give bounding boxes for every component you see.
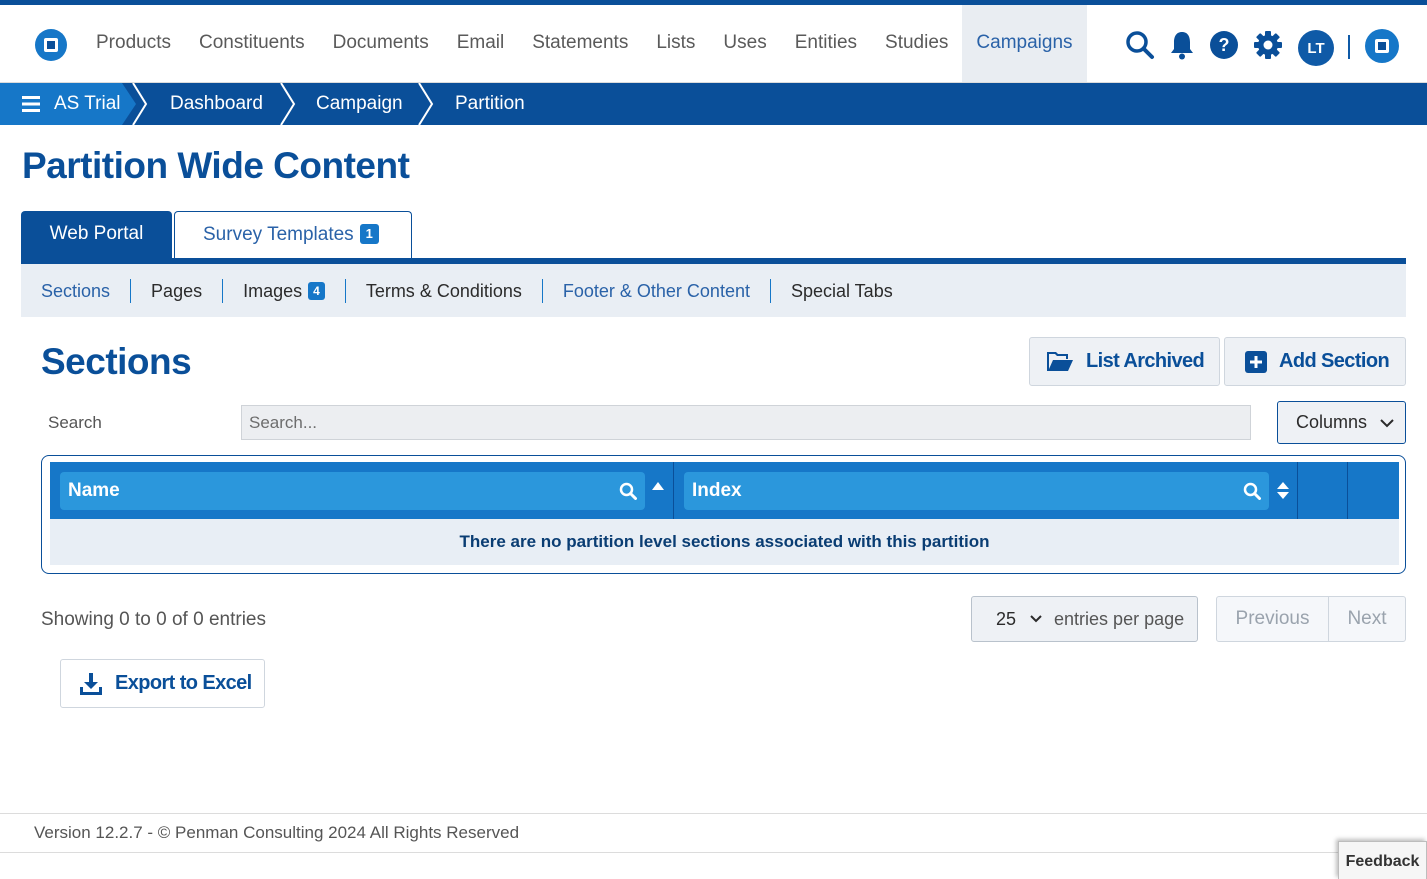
folder-open-icon (1047, 351, 1073, 371)
main-nav: Products Constituents Documents Email St… (82, 5, 1087, 82)
partner-logo-icon[interactable] (1364, 28, 1400, 64)
nav-campaigns[interactable]: Campaigns (962, 5, 1087, 82)
column-header-index-label: Index (692, 480, 742, 501)
next-page-button[interactable]: Next (1329, 597, 1405, 641)
svg-text:?: ? (1219, 35, 1230, 55)
page-title: Partition Wide Content (22, 145, 410, 186)
breadcrumb-separator-icon (418, 83, 434, 125)
top-navbar: Products Constituents Documents Email St… (0, 0, 1427, 83)
user-avatar[interactable]: LT (1298, 30, 1334, 66)
column-header-name[interactable]: Name (50, 462, 674, 519)
hamburger-menu-icon[interactable] (22, 96, 40, 112)
survey-templates-count-badge: 1 (359, 224, 379, 244)
column-header-action-2 (1348, 462, 1399, 519)
tab-web-portal[interactable]: Web Portal (21, 211, 172, 259)
gear-icon[interactable] (1252, 29, 1284, 61)
tab-survey-templates[interactable]: Survey Templates 1 (174, 211, 412, 259)
entries-summary: Showing 0 to 0 of 0 entries (41, 609, 266, 630)
footer-version-text: Version 12.2.7 - © Penman Consulting 202… (34, 823, 520, 842)
subtab-pages[interactable]: Pages (131, 278, 224, 303)
breadcrumb-separator-icon (280, 83, 296, 125)
page-footer: Version 12.2.7 - © Penman Consulting 202… (0, 813, 1427, 853)
column-header-action-1 (1298, 462, 1348, 519)
breadcrumb: AS Trial Dashboard Campaign Partition (0, 83, 1427, 125)
nav-divider (1348, 35, 1350, 59)
add-section-button[interactable]: Add Section (1224, 337, 1406, 386)
search-icon[interactable] (1124, 29, 1156, 61)
subtab-sections[interactable]: Sections (21, 278, 132, 303)
columns-dropdown[interactable]: Columns (1277, 401, 1406, 444)
breadcrumb-separator-icon (132, 83, 148, 125)
add-section-label: Add Section (1279, 350, 1390, 372)
main-tabs: Web Portal Survey Templates 1 (21, 211, 412, 259)
nav-constituents[interactable]: Constituents (185, 5, 319, 82)
list-archived-label: List Archived (1086, 350, 1205, 372)
breadcrumb-item-partition[interactable]: Partition (455, 83, 525, 125)
breadcrumb-item-dashboard[interactable]: Dashboard (170, 83, 263, 125)
table-header: Name Index (50, 462, 1399, 519)
tab-survey-templates-label: Survey Templates (203, 224, 354, 245)
column-search-icon[interactable] (1243, 482, 1261, 500)
feedback-button[interactable]: Feedback (1338, 841, 1427, 879)
nav-documents[interactable]: Documents (319, 5, 443, 82)
nav-entities[interactable]: Entities (781, 5, 871, 82)
previous-page-button[interactable]: Previous (1217, 597, 1329, 641)
nav-email[interactable]: Email (443, 5, 519, 82)
entries-per-page: 25 entries per page (971, 596, 1198, 642)
plus-square-icon (1245, 350, 1267, 373)
column-header-index[interactable]: Index (674, 462, 1298, 519)
sort-asc-icon[interactable] (652, 482, 664, 490)
breadcrumb-item-campaign[interactable]: Campaign (316, 83, 403, 125)
list-archived-button[interactable]: List Archived (1029, 337, 1220, 386)
subtab-terms-conditions[interactable]: Terms & Conditions (346, 278, 543, 303)
help-icon[interactable]: ? (1208, 29, 1240, 61)
subtab-special-tabs[interactable]: Special Tabs (771, 279, 913, 303)
images-count-badge: 4 (308, 281, 325, 300)
per-page-label: entries per page (1054, 608, 1185, 629)
subtab-footer-other-content[interactable]: Footer & Other Content (543, 278, 771, 303)
chevron-down-icon (1380, 418, 1394, 427)
column-header-name-label: Name (68, 480, 120, 501)
table-empty-message: There are no partition level sections as… (50, 519, 1399, 565)
sections-table: Name Index There are no partition level … (41, 455, 1406, 574)
pagination: Previous Next (1216, 596, 1406, 642)
search-label: Search (48, 413, 102, 432)
nav-lists[interactable]: Lists (642, 5, 709, 82)
nav-products[interactable]: Products (82, 5, 185, 82)
bell-icon[interactable] (1166, 29, 1198, 61)
section-title: Sections (41, 341, 192, 382)
per-page-select[interactable]: 25 (972, 609, 1042, 630)
columns-label: Columns (1296, 412, 1368, 432)
nav-studies[interactable]: Studies (871, 5, 962, 82)
sub-tabs: Sections Pages Images 4 Terms & Condition… (21, 264, 1406, 317)
nav-uses[interactable]: Uses (709, 5, 780, 82)
sort-both-icon[interactable] (1277, 482, 1289, 500)
breadcrumb-item-as-trial[interactable]: AS Trial (54, 83, 121, 125)
export-to-excel-button[interactable]: Export to Excel (60, 659, 265, 708)
column-search-icon[interactable] (619, 482, 637, 500)
download-icon (80, 672, 102, 695)
nav-statements[interactable]: Statements (518, 5, 642, 82)
export-label: Export to Excel (115, 672, 252, 694)
per-page-value: 25 (996, 608, 1017, 629)
chevron-down-icon (1030, 615, 1042, 623)
subtab-images[interactable]: Images 4 (223, 278, 346, 303)
subtab-images-label: Images (243, 280, 303, 301)
app-logo-icon[interactable] (34, 28, 68, 62)
search-input[interactable] (241, 405, 1251, 440)
